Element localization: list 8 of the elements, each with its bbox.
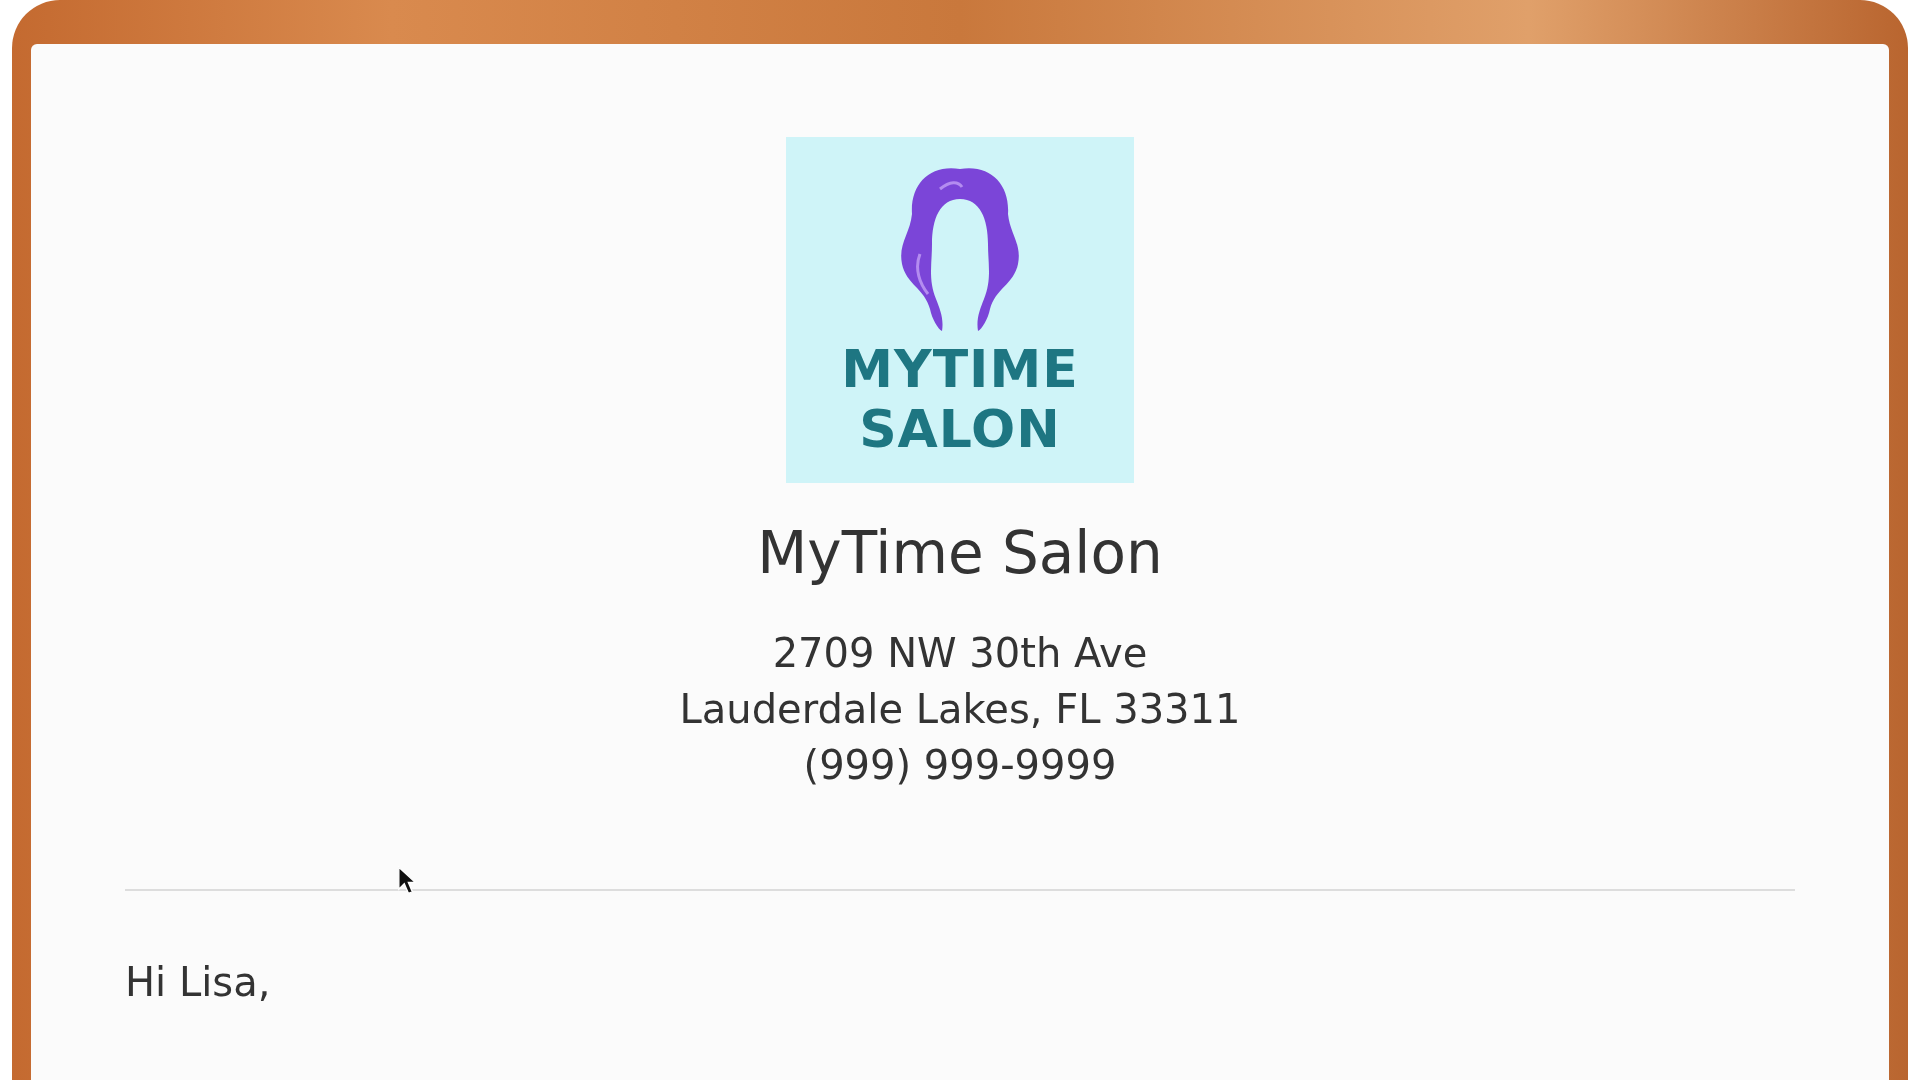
address-line: 2709 NW 30th Ave [771,629,1149,678]
logo-wordmark: SALON [859,399,1061,459]
address-line: Lauderdale Lakes, FL 33311 [679,685,1241,734]
logo-wordmark: MYTIME [841,339,1079,399]
business-name: MyTime Salon [757,518,1163,589]
cursor-icon [397,866,417,896]
greeting: Hi Lisa, [125,959,271,1005]
phone-number: (999) 999-9999 [802,741,1118,790]
